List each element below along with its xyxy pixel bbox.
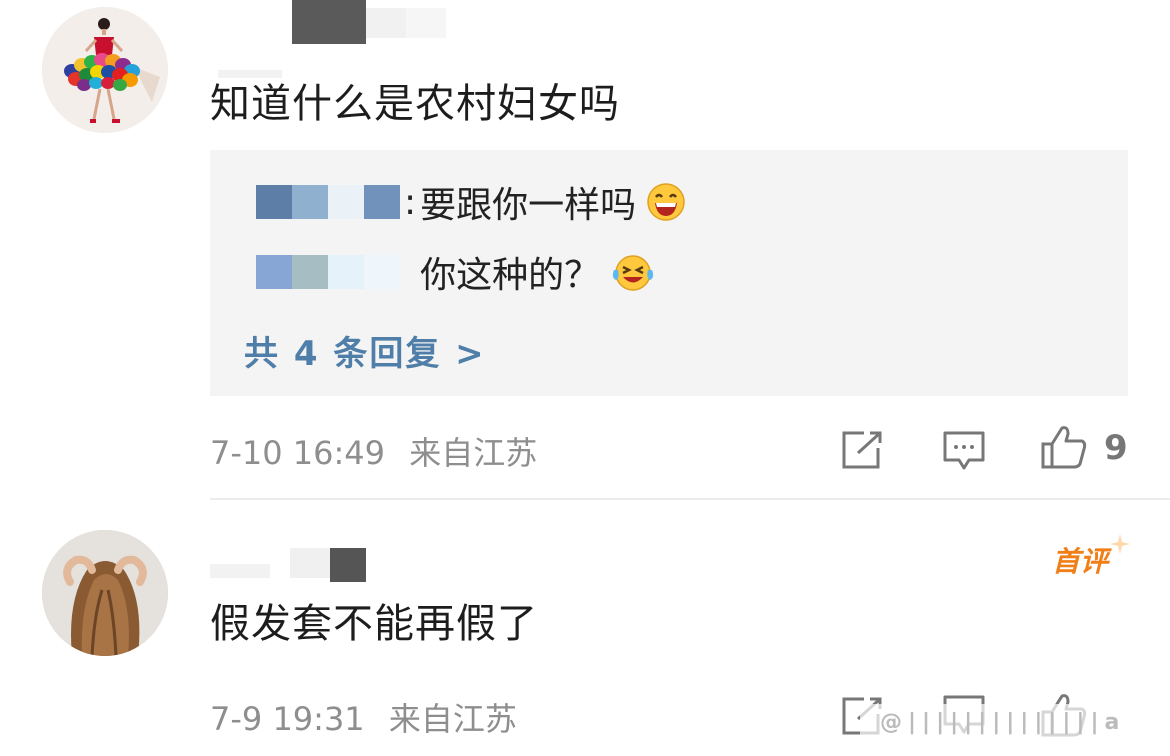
avatar[interactable] (42, 7, 168, 133)
reply-username-redacted[interactable] (256, 185, 400, 219)
like-count: 9 (1104, 428, 1128, 468)
redaction-block (210, 564, 270, 578)
location: 来自江苏 (388, 700, 517, 738)
redaction-block (292, 0, 366, 44)
username-redacted[interactable] (210, 0, 450, 44)
watermark: @||||||||||||||a (880, 710, 1126, 735)
comment-meta: 7-10 16:49 来自江苏 (210, 428, 537, 474)
reply-separator: : (404, 181, 417, 223)
avatar-dress-image (42, 7, 168, 133)
timestamp: 7-10 16:49 (210, 434, 386, 472)
reply-username-redacted[interactable] (256, 255, 400, 289)
location: 来自江苏 (409, 434, 538, 472)
redaction-block (366, 8, 406, 38)
first-comment-badge: 首评 (1052, 545, 1109, 578)
redaction-block (406, 8, 446, 38)
sparkle-icon (1110, 534, 1130, 554)
avatar-hair-image (42, 530, 168, 656)
comment-text: 知道什么是农村妇女吗 (210, 81, 620, 127)
avatar[interactable] (42, 530, 168, 656)
redaction-block (290, 548, 330, 578)
username-redacted-faint (218, 70, 282, 78)
like-icon[interactable] (1040, 424, 1088, 470)
reply-item[interactable]: : 要跟你一样吗 (256, 178, 686, 226)
redaction-block (330, 548, 366, 582)
reply-item[interactable]: : 你这种的？ (256, 248, 656, 296)
grinning-face-icon (647, 183, 685, 221)
reply-text: 你这种的？ (420, 255, 601, 296)
laughing-tears-icon (613, 255, 654, 291)
comment-text: 假发套不能再假了 (210, 601, 538, 647)
divider (210, 498, 1170, 500)
share-icon[interactable] (840, 430, 884, 470)
username-redacted[interactable] (210, 548, 370, 582)
reply-thread[interactable]: : 要跟你一样吗 : 你这种的？ 共 4 条回复 > (210, 150, 1128, 396)
comment-icon[interactable] (942, 430, 986, 472)
timestamp: 7-9 19:31 (210, 700, 365, 738)
view-all-replies-link[interactable]: 共 4 条回复 > (244, 326, 486, 375)
reply-text: 要跟你一样吗 (420, 185, 637, 226)
comment-meta: 7-9 19:31 来自江苏 (210, 694, 517, 740)
